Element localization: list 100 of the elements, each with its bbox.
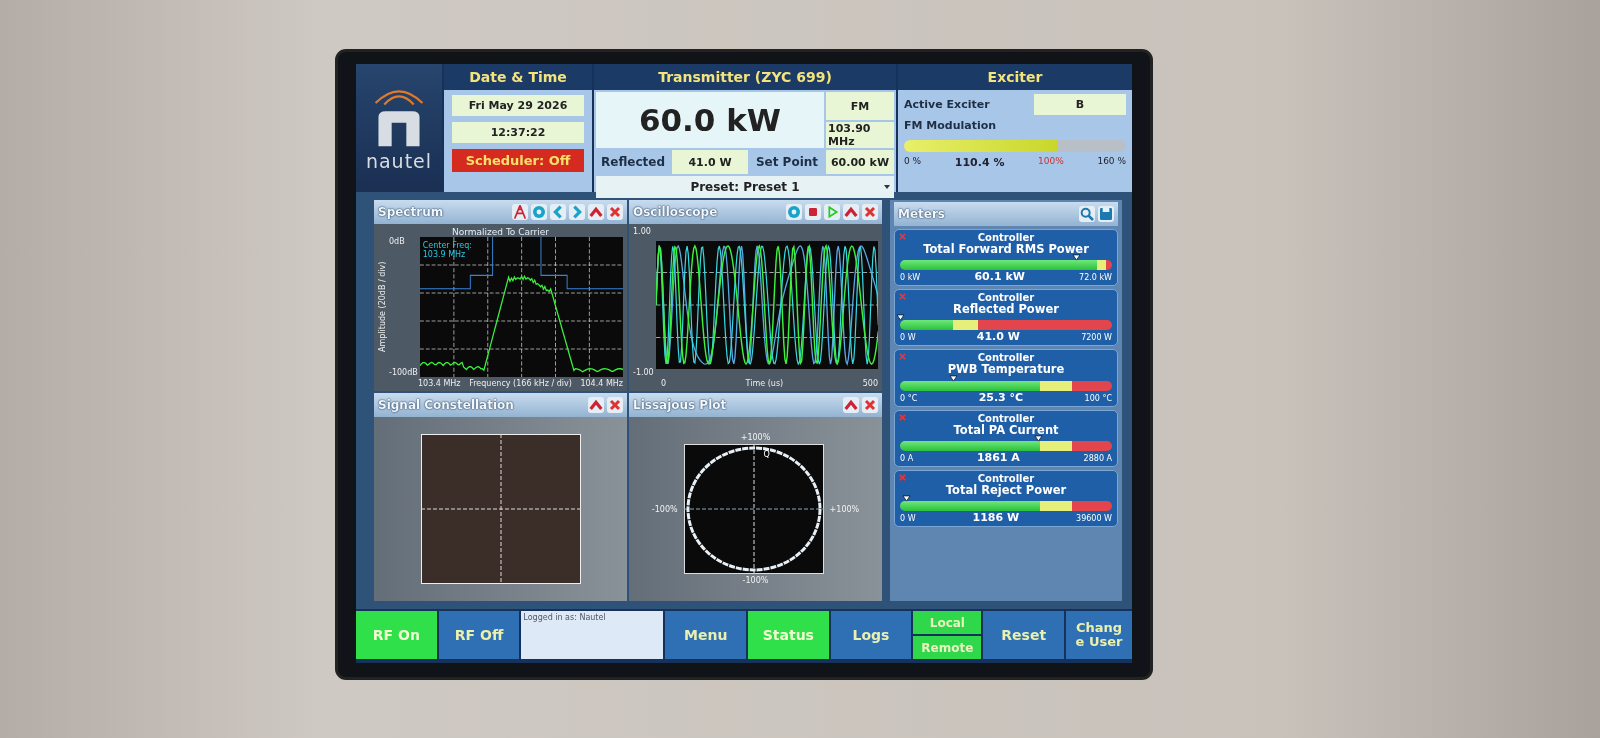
center-frequency-label: Center Freq:: [422, 241, 473, 250]
axis-tick: -1.00: [633, 368, 654, 377]
logo-text: nautel: [365, 150, 433, 172]
search-icon[interactable]: [1079, 206, 1095, 222]
meter-source: Controller: [977, 412, 1035, 424]
modulation-reading: 110.4 %: [954, 156, 1005, 169]
scheduler-button[interactable]: Scheduler: Off: [452, 149, 584, 172]
meter-source: Controller: [977, 352, 1035, 364]
scale-min: 0 W: [900, 514, 916, 524]
action-button[interactable]: Change User: [1066, 611, 1133, 659]
warning-zone: [1039, 501, 1072, 512]
axis-tick: -100%: [742, 576, 769, 585]
axis-tick: +100%: [740, 433, 771, 442]
collapse-icon[interactable]: [843, 397, 859, 413]
time-value: 12:37:22: [452, 122, 584, 143]
scale-min: 0 A: [900, 453, 914, 463]
active-exciter-value: B: [1034, 94, 1126, 115]
alarm-zone: [1071, 501, 1112, 512]
scale-max: 7200 W: [1081, 333, 1112, 343]
save-icon[interactable]: [1098, 206, 1114, 222]
meter-title: Total Reject Power: [945, 483, 1067, 498]
panel-title: Signal Constellation: [378, 398, 514, 412]
panel-title: Transmitter (ZYC 699): [594, 64, 896, 90]
meter-source: Controller: [977, 472, 1035, 484]
axis-tick: -100dB: [389, 368, 418, 377]
panel-title: Meters: [898, 207, 945, 221]
panel-title: Exciter: [898, 64, 1132, 90]
meter-reading: 1861 A: [976, 450, 1020, 464]
reflected-value: 41.0 W: [672, 150, 748, 174]
preset-dropdown[interactable]: Preset: Preset 1: [596, 176, 894, 198]
center-frequency-value: 103.9 MHz: [422, 250, 466, 259]
axis-tick: 0: [661, 379, 667, 388]
alarm-zone: [1071, 380, 1112, 391]
panel-title: Oscilloscope: [633, 205, 718, 219]
scale-max: 72.0 kW: [1079, 273, 1112, 283]
axis-tick: 500: [862, 379, 878, 388]
panel-title: Lissajous Plot: [633, 398, 727, 412]
warning-zone: [1097, 260, 1106, 271]
date-value: Fri May 29 2026: [452, 95, 584, 116]
scale-max: 100 °C: [1084, 393, 1112, 403]
axis-tick: 1.00: [633, 227, 652, 236]
scale-min: 0 kW: [900, 273, 921, 283]
rf-button[interactable]: RF Off: [438, 611, 520, 659]
gear-icon[interactable]: [531, 204, 547, 220]
mode-value: FM: [826, 92, 894, 120]
meter-title: Total Forward RMS Power: [923, 243, 1089, 257]
modulation-label: FM Modulation: [904, 119, 998, 132]
collapse-icon[interactable]: [843, 204, 859, 220]
warning-zone: [1039, 380, 1072, 391]
frequency-value: 103.90 MHz: [826, 122, 894, 148]
meter-reading: 41.0 W: [976, 330, 1020, 344]
nav-button[interactable]: Logs: [830, 611, 912, 659]
collapse-icon[interactable]: [588, 204, 604, 220]
logo-mark-icon: [377, 109, 421, 147]
warning-zone: [1039, 440, 1072, 451]
scale-max: 39600 W: [1076, 514, 1112, 524]
axis-label: Amplitude (20dB / div): [378, 260, 387, 355]
panel-title: Date & Time: [444, 64, 592, 90]
axis-marker: Q: [763, 450, 770, 459]
stop-icon[interactable]: [805, 204, 821, 220]
axis-label: Frequency (166 kHz / div): [469, 379, 572, 388]
axis-tick: 0dB: [389, 237, 406, 246]
axis-tick: 103.4 MHz: [418, 379, 461, 388]
nav-button[interactable]: Menu: [665, 611, 746, 659]
scale-max: 2880 A: [1083, 453, 1112, 463]
axis-tick: +100%: [829, 504, 860, 514]
chart-subtitle: Normalized To Carrier: [451, 227, 550, 237]
meter-source: Controller: [977, 232, 1035, 243]
meter-title: Total PA Current: [953, 423, 1059, 437]
action-button[interactable]: Reset: [983, 611, 1065, 659]
axis-tick: 104.4 MHz: [580, 379, 623, 388]
power-value: 60.0 kW: [596, 92, 824, 148]
tower-icon[interactable]: [512, 204, 528, 220]
close-icon[interactable]: [862, 397, 878, 413]
scale-min: 0 W: [900, 333, 916, 343]
close-icon[interactable]: [607, 397, 623, 413]
gear-icon[interactable]: [786, 204, 802, 220]
meter-reading: 60.1 kW: [974, 270, 1025, 284]
setpoint-value: 60.00 kW: [826, 150, 894, 174]
collapse-icon[interactable]: [588, 397, 604, 413]
meter-source: Controller: [977, 292, 1035, 304]
meter-reading: 1186 W: [972, 511, 1020, 525]
normal-zone: [900, 320, 953, 331]
axis-tick: -100%: [651, 504, 678, 514]
meter-reading: 25.3 °C: [978, 390, 1024, 404]
alarm-zone: [1105, 260, 1112, 271]
scale-min: 0 °C: [900, 393, 918, 403]
active-exciter-label: Active Exciter: [904, 98, 990, 111]
limit-label: 100%: [1038, 156, 1064, 168]
login-status-field: Logged in as: Nautel: [521, 611, 664, 659]
meter-title: Reflected Power: [953, 303, 1059, 317]
scale-min: 0 %: [904, 156, 922, 168]
scale-max: 160 %: [1097, 156, 1126, 168]
close-icon[interactable]: [862, 204, 878, 220]
meter-title: PWB Temperature: [947, 363, 1065, 377]
close-icon[interactable]: [607, 204, 623, 220]
axis-label: Time (us): [745, 379, 784, 388]
warning-zone: [953, 320, 979, 331]
alarm-zone: [1071, 440, 1112, 451]
panel-title: Spectrum: [378, 205, 444, 219]
